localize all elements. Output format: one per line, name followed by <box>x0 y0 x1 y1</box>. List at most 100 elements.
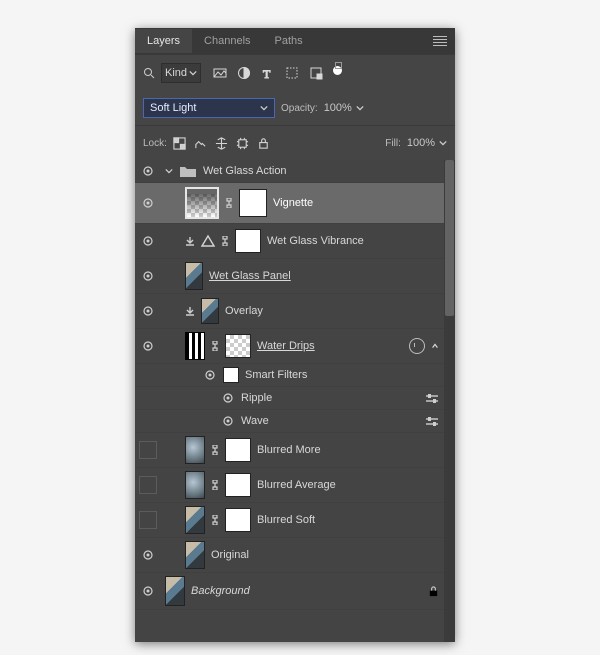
clip-icon <box>185 306 195 316</box>
layer-thumbnail[interactable] <box>185 436 205 464</box>
visibility-toggle[interactable] <box>135 269 161 283</box>
opacity-dropdown[interactable]: 100% <box>324 102 364 114</box>
layer-thumbnail[interactable] <box>165 576 185 606</box>
artboard-filter-icon[interactable] <box>333 66 342 75</box>
layer-wet-glass-panel[interactable]: Wet Glass Panel <box>135 259 455 294</box>
eye-icon[interactable] <box>203 368 217 382</box>
mask-link-icon[interactable] <box>225 198 233 208</box>
panel-tabs: Layers Channels Paths <box>135 28 455 54</box>
visibility-toggle[interactable] <box>135 548 161 562</box>
layer-mask[interactable] <box>225 334 251 358</box>
filter-type-icons: T <box>213 66 342 80</box>
layer-thumbnail[interactable] <box>185 506 205 534</box>
filter-kind-dropdown[interactable]: Kind <box>161 63 201 83</box>
visibility-toggle[interactable] <box>135 511 161 529</box>
blend-mode-dropdown[interactable]: Soft Light <box>143 98 275 118</box>
blend-opacity-row: Soft Light Opacity: 100% <box>135 91 455 125</box>
tab-layers[interactable]: Layers <box>135 29 192 53</box>
layer-water-drips[interactable]: Water Drips <box>135 329 455 364</box>
tab-channels[interactable]: Channels <box>192 29 262 53</box>
layer-thumbnail[interactable] <box>185 541 205 569</box>
tab-paths[interactable]: Paths <box>263 29 315 53</box>
mask-link-icon[interactable] <box>211 515 219 525</box>
shape-filter-icon[interactable] <box>285 66 299 80</box>
layer-name: Blurred Soft <box>257 514 315 526</box>
visibility-toggle[interactable] <box>135 584 161 598</box>
opacity-value: 100% <box>324 102 352 114</box>
chevron-down-icon <box>260 104 268 112</box>
layers-list: Wet Glass Action Vignette <box>135 160 455 642</box>
mask-link-icon[interactable] <box>221 236 229 246</box>
eye-icon[interactable] <box>221 391 235 405</box>
adjustment-filter-icon[interactable] <box>237 66 251 80</box>
panel-menu-icon[interactable] <box>433 36 447 46</box>
layer-thumbnail[interactable] <box>185 332 205 360</box>
layer-vignette[interactable]: Vignette <box>135 183 455 224</box>
fill-label: Fill: <box>385 138 401 149</box>
layer-vibrance[interactable]: Wet Glass Vibrance <box>135 224 455 259</box>
smart-filter-icon[interactable] <box>309 66 323 80</box>
layer-original[interactable]: Original <box>135 538 455 573</box>
scrollbar-thumb[interactable] <box>445 160 454 316</box>
svg-text:T: T <box>263 67 271 80</box>
visibility-toggle[interactable] <box>135 339 161 353</box>
disclosure-open-icon[interactable] <box>165 167 173 175</box>
visibility-toggle[interactable] <box>135 441 161 459</box>
chevron-down-icon <box>189 69 197 77</box>
mask-link-icon[interactable] <box>211 445 219 455</box>
layer-name: Ripple <box>241 392 272 404</box>
eye-icon[interactable] <box>221 414 235 428</box>
filter-options-icon[interactable] <box>425 416 439 426</box>
layer-name: Original <box>211 549 249 561</box>
layer-thumbnail[interactable] <box>185 187 219 219</box>
filter-blend-icon[interactable] <box>409 338 425 354</box>
layer-overlay[interactable]: Overlay <box>135 294 455 329</box>
filter-mask[interactable] <box>223 367 239 383</box>
visibility-toggle[interactable] <box>135 196 161 210</box>
layer-mask[interactable] <box>225 508 251 532</box>
layer-mask[interactable] <box>239 189 267 217</box>
layer-name: Background <box>191 585 250 597</box>
chevron-down-icon <box>356 104 364 112</box>
lock-artboard-icon[interactable] <box>236 137 249 150</box>
pixel-filter-icon[interactable] <box>213 66 227 80</box>
type-filter-icon[interactable]: T <box>261 66 275 80</box>
layer-name: Water Drips <box>257 340 315 352</box>
layer-mask[interactable] <box>225 438 251 462</box>
layer-blurred-average[interactable]: Blurred Average <box>135 468 455 503</box>
layer-mask[interactable] <box>225 473 251 497</box>
layer-name: Wave <box>241 415 269 427</box>
visibility-toggle[interactable] <box>135 304 161 318</box>
layer-thumbnail[interactable] <box>185 262 203 290</box>
layer-group[interactable]: Wet Glass Action <box>135 160 455 183</box>
layer-mask[interactable] <box>235 229 261 253</box>
lock-image-icon[interactable] <box>194 137 207 150</box>
effects-collapse-icon[interactable] <box>431 342 439 350</box>
visibility-toggle[interactable] <box>135 476 161 494</box>
layers-panel: Layers Channels Paths Kind T <box>135 28 455 642</box>
fill-dropdown[interactable]: 100% <box>407 137 447 149</box>
layer-filter-row: Kind T <box>135 54 455 91</box>
visibility-toggle[interactable] <box>135 234 161 248</box>
layer-blurred-soft[interactable]: Blurred Soft <box>135 503 455 538</box>
lock-transparent-icon[interactable] <box>173 137 186 150</box>
layer-filter-wave[interactable]: Wave <box>135 410 455 433</box>
layer-blurred-more[interactable]: Blurred More <box>135 433 455 468</box>
lock-position-icon[interactable] <box>215 137 228 150</box>
layer-thumbnail[interactable] <box>201 298 219 324</box>
filter-options-icon[interactable] <box>425 393 439 403</box>
lock-label: Lock: <box>143 138 167 149</box>
scrollbar[interactable] <box>444 160 455 642</box>
mask-link-icon[interactable] <box>211 480 219 490</box>
opacity-label: Opacity: <box>281 103 318 114</box>
visibility-toggle[interactable] <box>135 164 161 178</box>
clip-icon <box>185 236 195 246</box>
layer-background[interactable]: Background <box>135 573 455 610</box>
layer-smart-filters[interactable]: Smart Filters <box>135 364 455 387</box>
layer-filter-ripple[interactable]: Ripple <box>135 387 455 410</box>
filter-kind-label: Kind <box>165 67 187 79</box>
mask-link-icon[interactable] <box>211 341 219 351</box>
layer-thumbnail[interactable] <box>185 471 205 499</box>
fill-value: 100% <box>407 137 435 149</box>
lock-all-icon[interactable] <box>257 137 270 150</box>
